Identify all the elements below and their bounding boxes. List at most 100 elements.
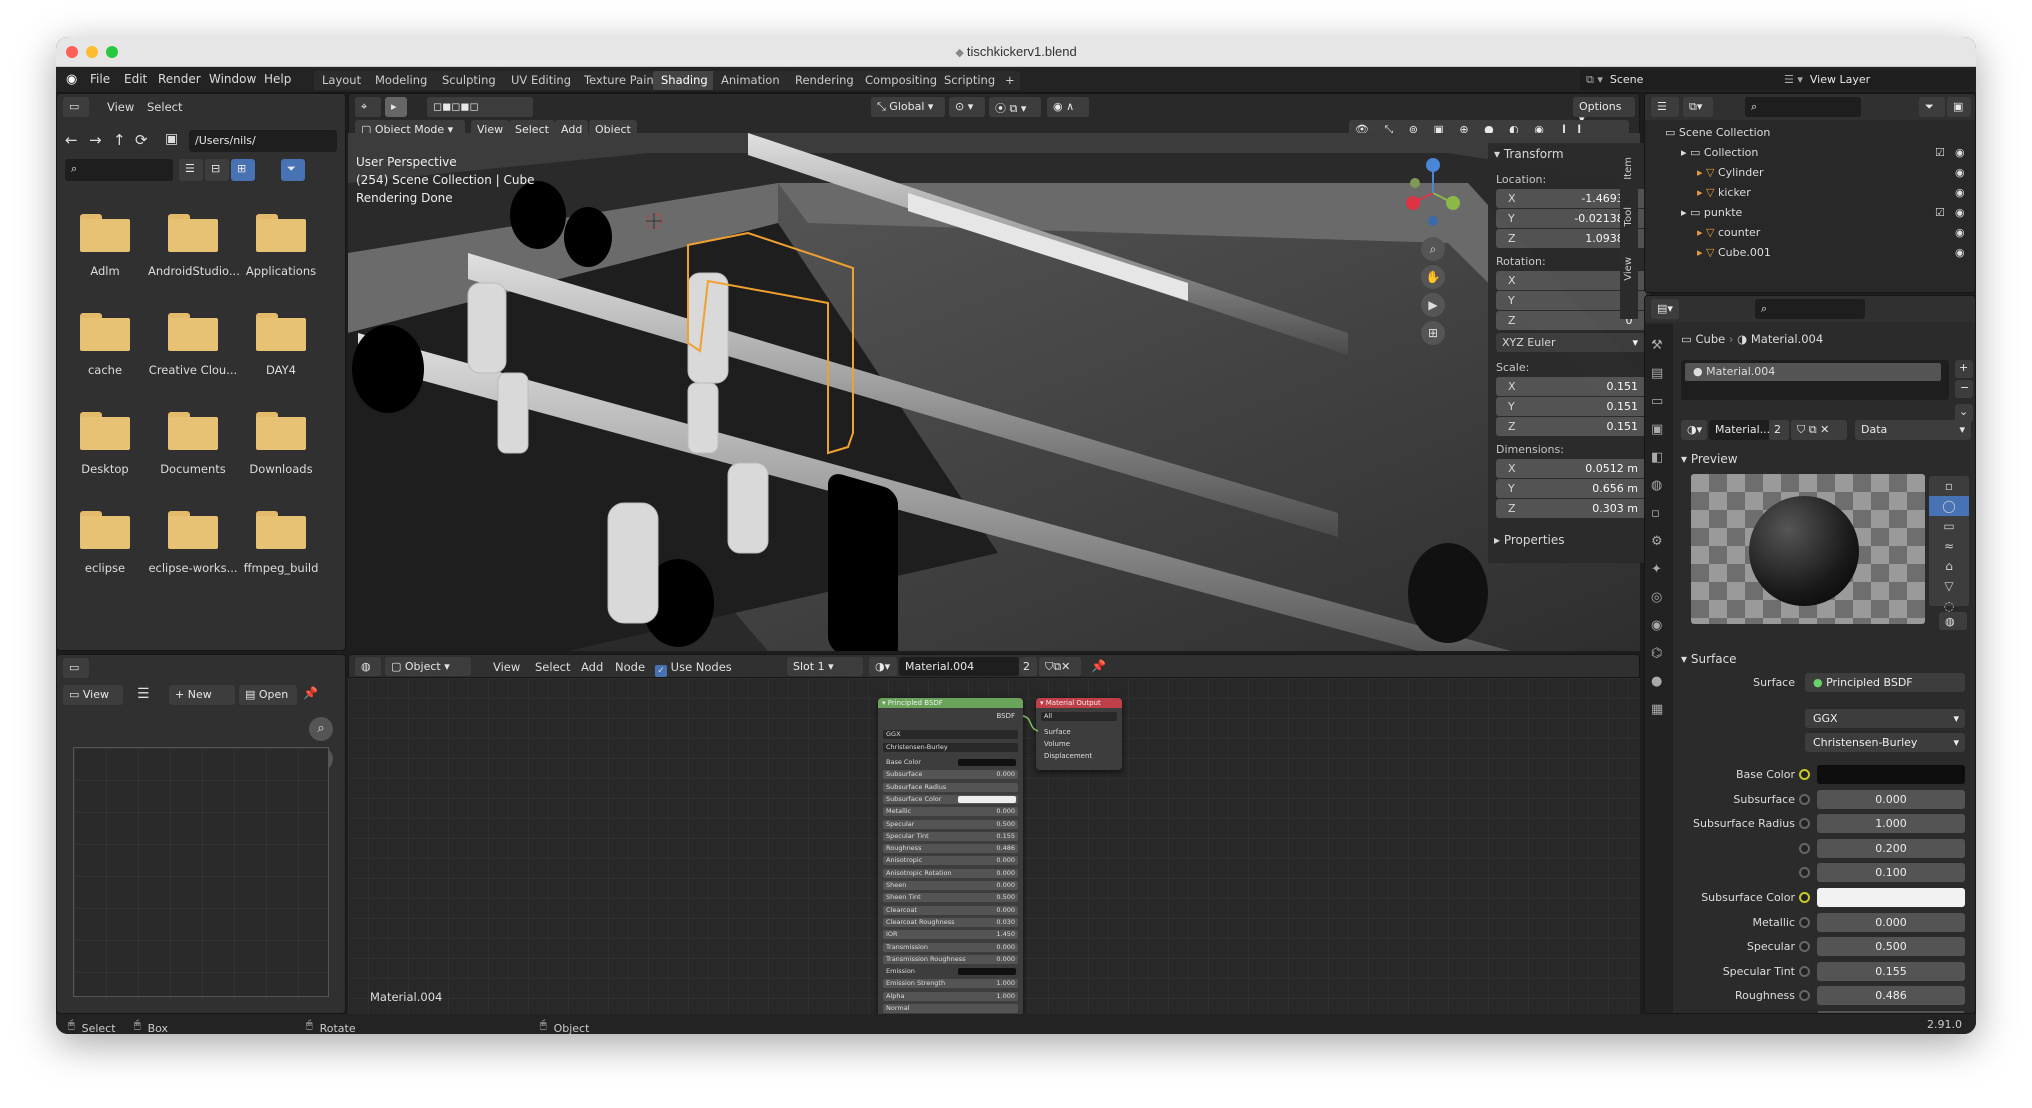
property-value-field[interactable]: 0.000 [1817,789,1965,809]
bsdf-field[interactable]: Sheen Tint 0.500 [883,893,1018,903]
tab-compositing[interactable]: Compositing [857,71,946,90]
menu-file[interactable]: File [90,72,110,86]
surface-shader-dropdown[interactable]: ● Principled BSDF [1805,673,1965,692]
menu-render[interactable]: Render [158,72,201,86]
folder-icon[interactable] [80,313,130,351]
material-users[interactable]: 2 [1769,420,1789,440]
fb-menu-select[interactable]: Select [147,100,182,114]
outliner-type-icon[interactable]: ☰ [1651,97,1679,117]
bsdf-field[interactable]: Emission Strength 1.000 [883,979,1018,989]
selection-mode-icons[interactable]: ◻◼◻◼◻ [427,97,533,117]
image-canvas[interactable] [73,747,329,997]
socket-icon[interactable] [1799,867,1810,879]
snap-icon[interactable]: ⦿ ⧉ ▾ [989,97,1041,117]
socket-icon[interactable] [1799,769,1810,780]
collection-checkbox[interactable]: ☑ [1935,146,1945,159]
material-slot-list[interactable]: ● Material.004 [1681,360,1949,400]
add-workspace-button[interactable]: + [1000,71,1020,90]
property-value-field[interactable]: 0.200 [1817,838,1965,858]
properties-type-icon[interactable]: ▤▾ [1651,299,1679,319]
scene-collection[interactable]: ▭ Scene Collection [1665,126,1770,139]
transform-panel-header[interactable]: ▾ Transform [1494,147,1564,161]
properties-search[interactable]: ⌕ [1755,299,1865,319]
view-layer-selector[interactable]: ☰ ▾ View Layer [1778,70,1976,90]
material-name-field[interactable]: Material.004 [899,657,1019,676]
navigation-gizmo[interactable] [1393,153,1473,233]
property-value-field[interactable]: 0.500 [1817,937,1965,957]
folder-icon[interactable] [80,214,130,252]
material-name-input[interactable]: Material... [1709,420,1770,440]
display-mode-icon[interactable]: ⧉▾ [1683,97,1713,117]
menu-edit[interactable]: Edit [124,72,147,86]
node-menu-add[interactable]: Add [581,660,603,674]
folder-icon[interactable] [168,214,218,252]
pivot-point-icon[interactable]: ⊙ ▾ [949,97,985,117]
material-browse-icon[interactable]: ◑▾ [869,657,897,676]
outliner-search[interactable]: ⌕ [1745,97,1861,117]
path-field[interactable]: /Users/nils/ [189,130,337,152]
visibility-eye-icon[interactable]: ◉ [1955,246,1965,259]
subsurface-method-dropdown[interactable]: Christensen-Burley ▾ [1805,733,1965,752]
back-icon[interactable]: ← [65,131,78,149]
folder-icon[interactable] [256,511,306,549]
folder-label[interactable]: AndroidStudio... [148,264,240,278]
preview-type-buttons[interactable]: ▫ ◯ ▭ ≈ ⌂ ▽ ◌ [1929,476,1969,613]
bsdf-field[interactable]: Anisotropic Rotation 0.000 [883,868,1018,878]
folder-icon[interactable] [256,412,306,450]
tab-layout[interactable]: Layout [314,71,370,90]
scale-y-field[interactable]: Y 0.151 [1496,397,1646,416]
material-users-count[interactable]: 2 [1019,657,1037,676]
tab-item[interactable]: Item [1623,157,1634,180]
bsdf-field[interactable]: Specular Tint 0.155 [883,831,1018,841]
link-dropdown[interactable]: Data ▾ [1855,420,1971,440]
bsdf-field[interactable]: Normal [883,1004,1018,1013]
thumbnail-short-icon[interactable]: ⊟ [205,159,229,181]
tab-uv-editing[interactable]: UV Editing [503,71,579,90]
bsdf-field[interactable]: Alpha 1.000 [883,991,1018,1001]
material-browse-button[interactable]: ◑▾ [1681,420,1707,440]
tab-sculpting[interactable]: Sculpting [434,71,504,90]
property-value-field[interactable]: 0.100 [1817,863,1965,883]
bsdf-field[interactable]: IOR 1.450 [883,930,1018,940]
property-value-field[interactable]: 0.486 [1817,986,1965,1006]
image-menu-icon[interactable]: ☰ [137,686,150,702]
folder-label[interactable]: eclipse-works... [148,561,238,575]
image-view-menu[interactable]: ▭ View [63,685,123,705]
node-menu-node[interactable]: Node [615,660,645,674]
shader-type-dropdown[interactable]: ▢ Object ▾ [385,657,471,676]
node-menu-view[interactable]: View [493,660,520,674]
property-value-field[interactable]: 1.000 [1817,814,1965,834]
socket-icon[interactable] [1799,793,1810,805]
bsdf-field[interactable]: Specular 0.500 [883,819,1018,829]
surface-panel-header[interactable]: ▾ Surface [1681,652,1737,666]
viewport-pan-icon[interactable]: ✋ [1421,265,1445,289]
bsdf-field[interactable]: Emission [883,967,1018,976]
visibility-eye-icon[interactable]: ◉ [1955,186,1965,199]
zoom-icon[interactable]: ⌕ [309,717,333,741]
refresh-icon[interactable]: ⟳ [135,131,148,149]
new-image-button[interactable]: + New [169,685,235,705]
folder-label[interactable]: Documents [148,462,238,476]
use-nodes-checkbox[interactable]: ✓ Use Nodes [655,660,732,677]
viewport-zoom-icon[interactable]: ⌕ [1421,237,1445,261]
bsdf-field[interactable]: Metallic 0.000 [883,807,1018,817]
world-preview-icon[interactable]: ◍ [1939,612,1967,630]
visibility-eye-icon[interactable]: ◉ [1955,146,1965,159]
folder-label[interactable]: cache [60,363,150,377]
new-collection-icon[interactable]: ▣ [1947,97,1971,117]
material-actions-icons[interactable]: ⛉ ⧉ ✕ [1791,420,1847,440]
options-dropdown[interactable]: Options ▾ [1573,97,1635,126]
bsdf-field[interactable]: Transmission Roughness 0.000 [883,954,1018,964]
add-slot-button[interactable]: + [1955,360,1973,378]
tab-view[interactable]: View [1623,257,1634,281]
properties-tab-icons[interactable]: ⚒ ▤ ▭ ▣ ◧ ◍ ▫ ⚙ ✦ ◎ ◉ ⌬ ● ▦ [1651,332,1663,724]
pin-icon[interactable]: 📌 [303,686,318,700]
folder-icon[interactable] [168,412,218,450]
tab-scripting[interactable]: Scripting [936,71,1004,90]
bsdf-field[interactable]: Anisotropic 0.000 [883,856,1018,866]
transform-orientation[interactable]: ⤡ Global ▾ [871,97,945,117]
bsdf-field[interactable]: Sheen 0.000 [883,881,1018,890]
tab-animation[interactable]: Animation [713,71,788,90]
open-image-button[interactable]: ▤ Open [239,685,297,705]
folder-label[interactable]: Applications [236,264,326,278]
